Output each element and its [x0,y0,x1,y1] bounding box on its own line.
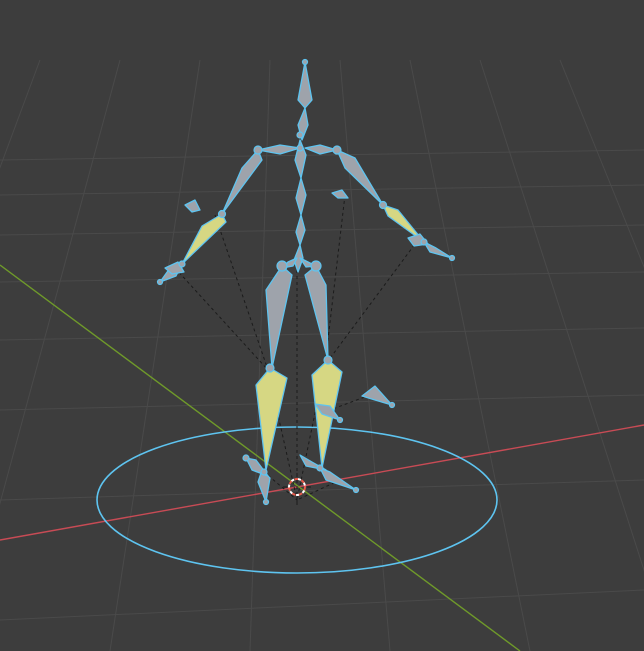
3d-viewport[interactable] [0,0,644,651]
viewport-canvas[interactable] [0,0,644,651]
